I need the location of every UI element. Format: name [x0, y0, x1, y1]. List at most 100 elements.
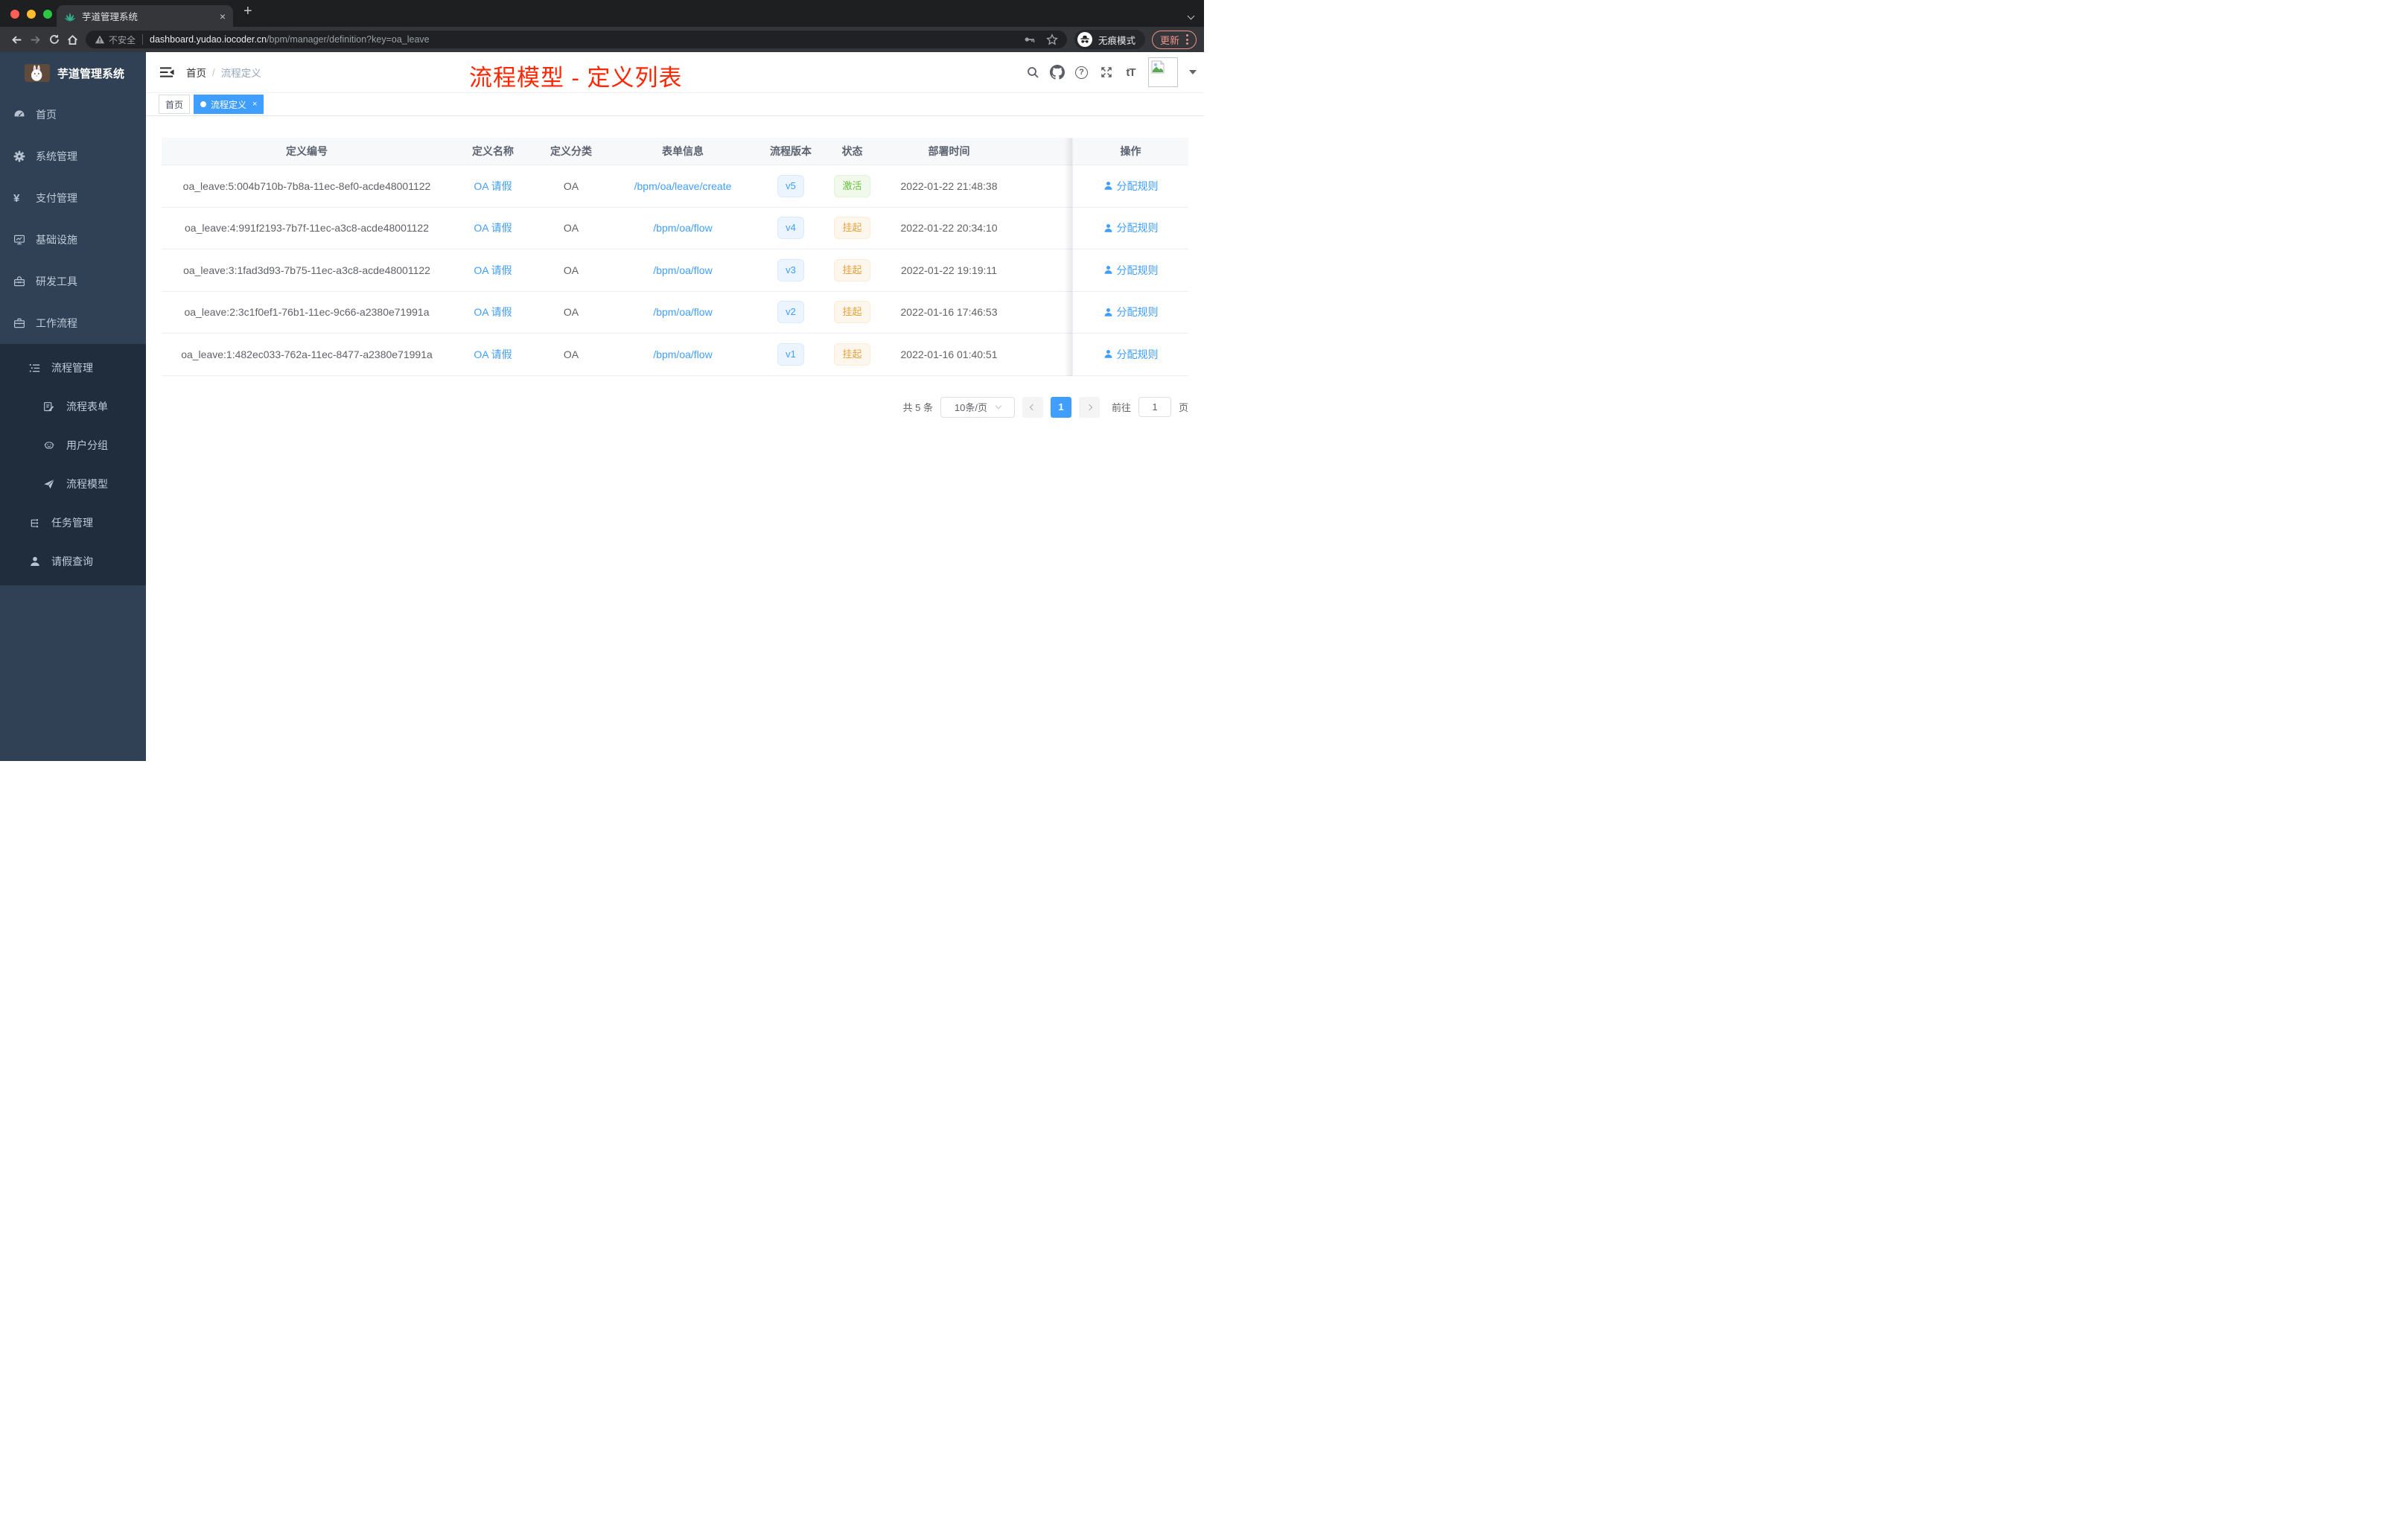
col-header-id: 定义编号	[286, 145, 328, 157]
tab-search-chevron-icon[interactable]	[1187, 9, 1195, 22]
minimize-window-button[interactable]	[27, 10, 36, 19]
tag-home[interactable]: 首页	[159, 95, 191, 114]
help-icon[interactable]: ?	[1073, 63, 1090, 81]
version-badge: v2	[777, 301, 804, 324]
page-content: 定义编号 定义名称 定义分类 表单信息 流程版本 状态 部署时间 操作 oa_l…	[146, 116, 1204, 418]
robot-face-icon	[43, 439, 55, 451]
next-page-button[interactable]	[1078, 396, 1100, 418]
definition-name-link[interactable]: OA 请假	[474, 264, 512, 276]
sidebar-item-label: 流程表单	[66, 401, 108, 413]
sidebar-item-leave-query[interactable]: 请假查询	[0, 542, 146, 581]
current-page-button[interactable]: 1	[1050, 396, 1071, 418]
table-row: oa_leave:3:1fad3d93-7b75-11ec-a3c8-acde4…	[162, 249, 1188, 292]
status-badge: 挂起	[834, 343, 870, 366]
table-row: oa_leave:5:004b710b-7b8a-11ec-8ef0-acde4…	[162, 165, 1188, 208]
font-size-icon[interactable]: tT	[1122, 63, 1139, 81]
url-host: dashboard.yudao.iocoder.cn	[150, 34, 267, 45]
goto-page-input[interactable]	[1138, 397, 1171, 417]
definition-name-link[interactable]: OA 请假	[474, 222, 512, 234]
definition-name-link[interactable]: OA 请假	[474, 348, 512, 360]
prev-page-button[interactable]	[1022, 396, 1043, 418]
sidebar: 芋道管理系统 首页 系统管理 ¥ 支付管理 基础设施 研发工具 工作流程 流程管…	[0, 52, 146, 761]
back-icon[interactable]	[7, 30, 26, 49]
browser-chrome: 芋道管理系统 × + 不安全 dashboard.yudao.iocoder.c…	[0, 0, 1204, 52]
reload-icon[interactable]	[45, 30, 63, 49]
tab-title: 芋道管理系统	[82, 12, 138, 22]
table-header-row: 定义编号 定义名称 定义分类 表单信息 流程版本 状态 部署时间 操作	[162, 138, 1188, 165]
form-link[interactable]: /bpm/oa/flow	[653, 348, 712, 360]
incognito-badge: 无痕模式	[1074, 30, 1145, 49]
assign-rule-link[interactable]: 分配规则	[1103, 305, 1159, 319]
goto-label: 前往	[1111, 402, 1131, 413]
assign-rule-link[interactable]: 分配规则	[1103, 347, 1159, 362]
sidebar-toggle-icon[interactable]	[160, 66, 174, 78]
cell-category: OA	[563, 179, 579, 192]
main-area: 流程模型 - 定义列表 首页 / 流程定义 ? tT 首页 流程定义 × 定义编…	[146, 52, 1204, 761]
search-icon[interactable]	[1024, 63, 1041, 81]
fullscreen-icon[interactable]	[1098, 63, 1115, 81]
status-badge: 挂起	[834, 258, 870, 281]
paper-plane-icon	[43, 478, 55, 490]
sidebar-item-label: 请假查询	[51, 555, 93, 567]
form-link[interactable]: /bpm/oa/flow	[653, 264, 712, 276]
bookmark-star-icon[interactable]	[1046, 34, 1058, 45]
form-link[interactable]: /bpm/oa/flow	[653, 222, 712, 234]
cell-deploy-time: 2022-01-16 17:46:53	[900, 306, 998, 319]
org-tree-icon	[29, 517, 41, 529]
sidebar-item-label: 流程管理	[51, 362, 93, 374]
update-button[interactable]: 更新	[1151, 30, 1197, 49]
cell-category: OA	[563, 264, 579, 276]
address-bar[interactable]: 不安全 dashboard.yudao.iocoder.cn /bpm/mana…	[86, 31, 1067, 48]
sidebar-item-process-model[interactable]: 流程模型	[0, 465, 146, 503]
sidebar-item-home[interactable]: 首页	[0, 94, 146, 136]
form-link[interactable]: /bpm/oa/leave/create	[634, 180, 732, 192]
cell-deploy-time: 2022-01-22 20:34:10	[900, 222, 998, 235]
avatar[interactable]	[1148, 57, 1178, 87]
page-size-select[interactable]: 10条/页	[940, 396, 1015, 418]
workflow-submenu: 流程管理 流程表单 用户分组 流程模型 任务管理 请假查询	[0, 344, 146, 585]
tab-close-icon[interactable]: ×	[220, 11, 226, 22]
assign-rule-link[interactable]: 分配规则	[1103, 179, 1159, 194]
sidebar-item-devtools[interactable]: 研发工具	[0, 261, 146, 302]
form-link[interactable]: /bpm/oa/flow	[653, 306, 712, 318]
tag-close-icon[interactable]: ×	[252, 100, 257, 109]
omnibox-divider	[142, 34, 144, 45]
sidebar-item-label: 首页	[36, 109, 57, 121]
toolbox-icon	[13, 276, 25, 287]
tag-process-definition[interactable]: 流程定义 ×	[194, 95, 264, 114]
form-edit-icon	[43, 401, 55, 413]
assign-rule-link[interactable]: 分配规则	[1103, 220, 1159, 235]
github-icon[interactable]	[1048, 63, 1066, 81]
close-window-button[interactable]	[10, 10, 19, 19]
breadcrumb-home[interactable]: 首页	[186, 65, 206, 80]
tab-strip: 芋道管理系统 × +	[0, 0, 1204, 27]
sidebar-item-payment[interactable]: ¥ 支付管理	[0, 177, 146, 219]
definition-name-link[interactable]: OA 请假	[474, 180, 512, 192]
sidebar-item-infrastructure[interactable]: 基础设施	[0, 219, 146, 261]
browser-menu-kebab-icon[interactable]	[1186, 34, 1188, 45]
col-header-time: 部署时间	[928, 145, 970, 157]
browser-tab[interactable]: 芋道管理系统 ×	[57, 5, 233, 27]
home-icon[interactable]	[63, 30, 82, 49]
sidebar-logo[interactable]: 芋道管理系统	[0, 52, 146, 94]
col-header-action: 操作	[1120, 145, 1141, 157]
sidebar-item-task-management[interactable]: 任务管理	[0, 503, 146, 542]
new-tab-button[interactable]: +	[243, 3, 252, 20]
definition-name-link[interactable]: OA 请假	[474, 306, 512, 318]
update-label: 更新	[1159, 34, 1179, 46]
forward-icon[interactable]	[26, 30, 45, 49]
active-dot	[200, 101, 207, 107]
sidebar-item-system[interactable]: 系统管理	[0, 136, 146, 177]
select-chevron-icon	[995, 402, 1002, 410]
definition-table: 定义编号 定义名称 定义分类 表单信息 流程版本 状态 部署时间 操作 oa_l…	[162, 138, 1188, 376]
incognito-label: 无痕模式	[1098, 35, 1135, 46]
sidebar-item-process-form[interactable]: 流程表单	[0, 387, 146, 426]
sidebar-item-workflow[interactable]: 工作流程	[0, 302, 146, 344]
maximize-window-button[interactable]	[43, 10, 52, 19]
sidebar-item-process-management[interactable]: 流程管理	[0, 348, 146, 387]
password-key-icon[interactable]	[1024, 34, 1036, 45]
avatar-caret-icon[interactable]	[1189, 70, 1197, 74]
assign-rule-link[interactable]: 分配规则	[1103, 263, 1159, 278]
col-header-category: 定义分类	[550, 145, 592, 157]
sidebar-item-user-group[interactable]: 用户分组	[0, 426, 146, 465]
